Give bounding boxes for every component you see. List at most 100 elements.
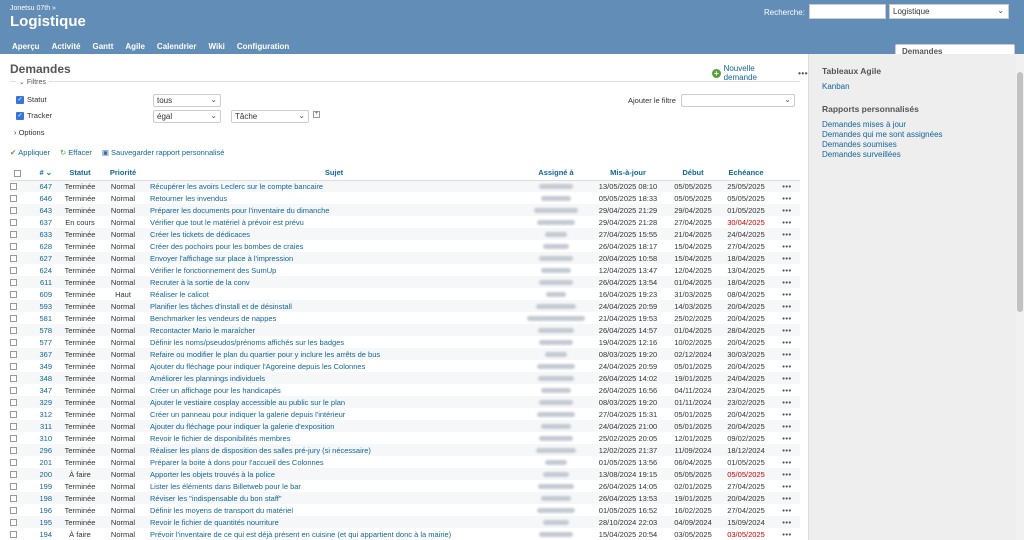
checkbox-cell[interactable] xyxy=(10,324,24,336)
checkbox-cell[interactable] xyxy=(10,192,24,204)
report-link-1[interactable]: Demandes qui me sont assignées xyxy=(822,130,1024,140)
table-row[interactable]: 643 Terminée Normal Préparer les documents … xyxy=(10,204,800,216)
issue-id-link[interactable]: 347 xyxy=(24,384,58,396)
table-row[interactable]: 646 Terminée Normal Retourner les invendus 0… xyxy=(10,192,800,204)
apply-link[interactable]: ✔ Appliquer xyxy=(10,148,50,157)
issue-id-link[interactable]: 312 xyxy=(24,408,58,420)
table-row[interactable]: 312 Terminée Normal Créer un panneau pour i… xyxy=(10,408,800,420)
table-row[interactable]: 198 Terminée Normal Réviser les "indispensa… xyxy=(10,492,800,504)
row-actions[interactable]: ••• xyxy=(774,336,800,348)
issue-subject-link[interactable]: Revoir le fichier de quantités nourritur… xyxy=(144,516,524,528)
report-link-3[interactable]: Demandes surveillées xyxy=(822,150,1024,160)
row-actions[interactable]: ••• xyxy=(774,240,800,252)
col-header-due[interactable]: Echéance xyxy=(718,166,774,181)
table-row[interactable]: 581 Terminée Normal Benchmarker les vendeur… xyxy=(10,312,800,324)
issue-id-link[interactable]: 201 xyxy=(24,456,58,468)
row-actions[interactable]: ••• xyxy=(774,204,800,216)
new-issue-link[interactable]: + Nouvelle demande ••• xyxy=(712,64,808,82)
issue-id-link[interactable]: 578 xyxy=(24,324,58,336)
row-actions[interactable]: ••• xyxy=(774,216,800,228)
table-row[interactable]: 593 Terminée Normal Planifier les tâches d'… xyxy=(10,300,800,312)
row-actions[interactable]: ••• xyxy=(774,384,800,396)
filters-legend[interactable]: ⌄ Filtres xyxy=(16,78,49,86)
checkbox-cell[interactable] xyxy=(10,204,24,216)
tab-5[interactable]: Calendrier xyxy=(151,40,203,54)
table-row[interactable]: 311 Terminée Normal Ajouter du fléchage pou… xyxy=(10,420,800,432)
row-actions[interactable]: ••• xyxy=(774,444,800,456)
table-row[interactable]: 201 Terminée Normal Préparer la boite à don… xyxy=(10,456,800,468)
row-actions[interactable]: ••• xyxy=(774,228,800,240)
issue-id-link[interactable]: 611 xyxy=(24,276,58,288)
issue-id-link[interactable]: 329 xyxy=(24,396,58,408)
issue-subject-link[interactable]: Ajouter du fléchage pour indiquer l'Agor… xyxy=(144,360,524,372)
issue-id-link[interactable]: 577 xyxy=(24,336,58,348)
scrollbar-thumb[interactable] xyxy=(1017,72,1023,312)
row-actions[interactable]: ••• xyxy=(774,360,800,372)
issue-id-link[interactable]: 195 xyxy=(24,516,58,528)
tab-4[interactable]: Agile xyxy=(119,40,151,54)
checkbox-cell[interactable] xyxy=(10,468,24,480)
issue-id-link[interactable]: 310 xyxy=(24,432,58,444)
clear-link[interactable]: ↻ Effacer xyxy=(60,148,92,157)
more-actions-icon[interactable]: ••• xyxy=(798,69,808,78)
issue-subject-link[interactable]: Définir les moyens de transport du matér… xyxy=(144,504,524,516)
checkbox-cell[interactable] xyxy=(10,432,24,444)
status-operator-select[interactable]: tous ⌄ xyxy=(153,94,221,107)
issue-subject-link[interactable]: Prévoir l'inventaire de ce qui est déjà … xyxy=(144,528,524,540)
project-breadcrumb[interactable]: Jonetsu 07th » xyxy=(10,5,56,12)
checkbox-cell[interactable] xyxy=(10,516,24,528)
checkbox-cell[interactable] xyxy=(10,384,24,396)
checkbox-cell[interactable] xyxy=(10,264,24,276)
checkbox-cell[interactable] xyxy=(10,312,24,324)
checkbox-cell[interactable] xyxy=(10,360,24,372)
tab-6[interactable]: Wiki xyxy=(203,40,231,54)
checkbox-cell[interactable] xyxy=(10,444,24,456)
project-jump-select[interactable]: Logistique ⌄ xyxy=(889,4,1009,19)
issue-id-link[interactable]: 637 xyxy=(24,216,58,228)
issue-id-link[interactable]: 628 xyxy=(24,240,58,252)
table-row[interactable]: 577 Terminée Normal Définir les noms/pseudo… xyxy=(10,336,800,348)
checkbox-cell[interactable] xyxy=(10,480,24,492)
tracker-value-select[interactable]: Tâche ⌄ xyxy=(231,110,309,123)
row-actions[interactable]: ••• xyxy=(774,480,800,492)
table-row[interactable]: 348 Terminée Normal Améliorer les plannings… xyxy=(10,372,800,384)
toggle-multiselect-icon[interactable]: + xyxy=(313,111,320,118)
checkbox-cell[interactable] xyxy=(10,492,24,504)
issue-subject-link[interactable]: Revoir le fichier de disponibilités memb… xyxy=(144,432,524,444)
issue-id-link[interactable]: 199 xyxy=(24,480,58,492)
add-filter-select[interactable]: ⌄ xyxy=(681,94,795,107)
table-row[interactable]: 628 Terminée Normal Créer des pochoirs pour… xyxy=(10,240,800,252)
row-actions[interactable]: ••• xyxy=(774,324,800,336)
issue-subject-link[interactable]: Ajouter le vestiaire cosplay accessible … xyxy=(144,396,524,408)
table-row[interactable]: 199 Terminée Normal Lister les éléments dan… xyxy=(10,480,800,492)
table-row[interactable]: 310 Terminée Normal Revoir le fichier de di… xyxy=(10,432,800,444)
checkbox-cell[interactable] xyxy=(10,396,24,408)
checkbox-cell[interactable] xyxy=(10,420,24,432)
issue-subject-link[interactable]: Définir les noms/pseudos/prénoms affiché… xyxy=(144,336,524,348)
issue-subject-link[interactable]: Planifier les tâches d'install et de dés… xyxy=(144,300,524,312)
issue-subject-link[interactable]: Vérifier le fonctionnement des SumUp xyxy=(144,264,524,276)
table-row[interactable]: 611 Terminée Normal Recruter à la sortie de… xyxy=(10,276,800,288)
tracker-filter-checkbox[interactable]: ✓ xyxy=(16,112,24,121)
tab-3[interactable]: Gantt xyxy=(86,40,119,54)
checkbox-cell[interactable] xyxy=(10,348,24,360)
table-row[interactable]: 647 Terminée Normal Récupérer les avoirs Le… xyxy=(10,180,800,192)
row-actions[interactable]: ••• xyxy=(774,300,800,312)
table-row[interactable]: 329 Terminée Normal Ajouter le vestiaire co… xyxy=(10,396,800,408)
issue-id-link[interactable]: 348 xyxy=(24,372,58,384)
issue-id-link[interactable]: 198 xyxy=(24,492,58,504)
issue-id-link[interactable]: 196 xyxy=(24,504,58,516)
checkbox-cell[interactable] xyxy=(10,528,24,540)
checkbox-cell[interactable] xyxy=(10,216,24,228)
issue-subject-link[interactable]: Lister les éléments dans Billetweb pour … xyxy=(144,480,524,492)
issue-subject-link[interactable]: Créer des pochoirs pour les bombes de cr… xyxy=(144,240,524,252)
col-header-id[interactable]: # ⌄ xyxy=(24,166,58,181)
table-row[interactable]: 367 Terminée Normal Refaire ou modifier le … xyxy=(10,348,800,360)
issue-subject-link[interactable]: Apporter les objets trouvés à la police xyxy=(144,468,524,480)
col-header-subject[interactable]: Sujet xyxy=(144,166,524,181)
issue-subject-link[interactable]: Recontacter Mario le maraîcher xyxy=(144,324,524,336)
col-header-start[interactable]: Début xyxy=(668,166,718,181)
select-all-checkbox[interactable] xyxy=(10,166,24,181)
issue-subject-link[interactable]: Recruter à la sortie de la conv xyxy=(144,276,524,288)
table-row[interactable]: 296 Terminée Normal Réaliser les plans de d… xyxy=(10,444,800,456)
